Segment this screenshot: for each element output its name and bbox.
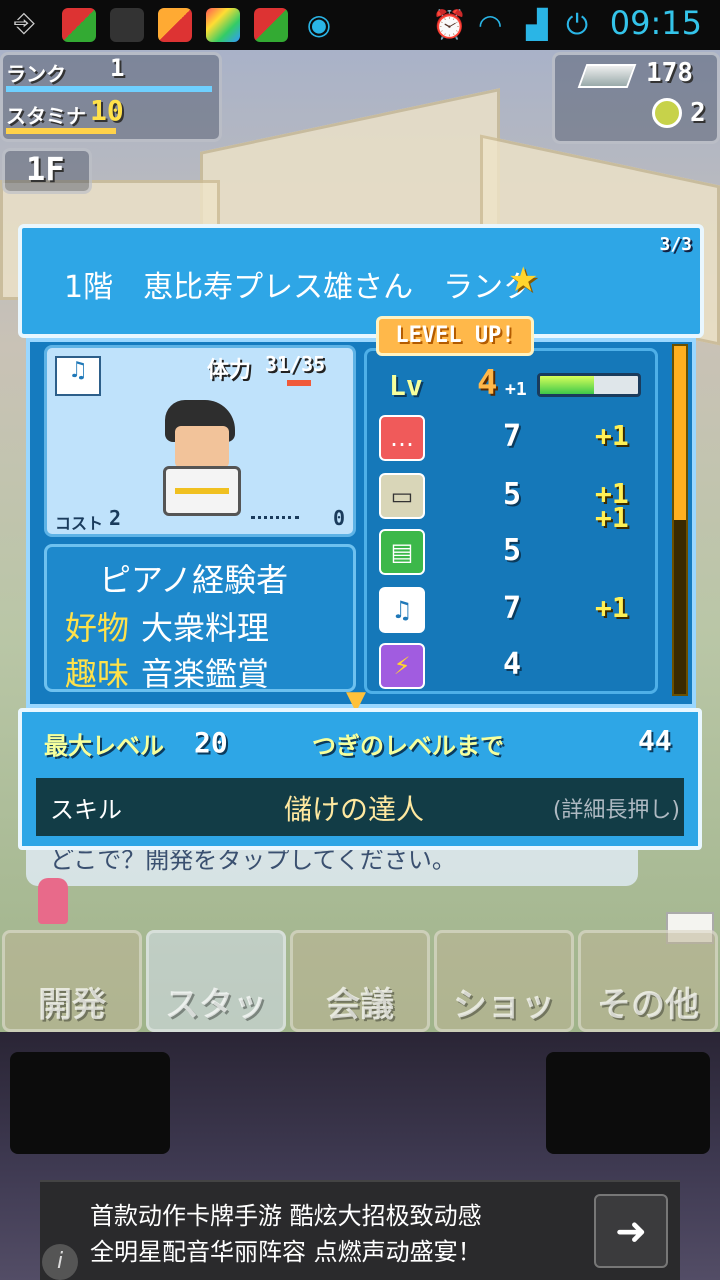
tab-staff[interactable]: スタッフ — [146, 930, 286, 1074]
hobby-value: 音楽鑑賞 — [141, 655, 270, 693]
keyboard-music-icon: ♫ — [379, 587, 425, 633]
level-progress — [537, 373, 641, 397]
next-level-label: つぎのレベルまで — [312, 732, 504, 760]
max-level-value: 20 — [194, 726, 228, 759]
stamina-label: 体力 — [207, 358, 252, 383]
ad-line-1: 首款动作卡牌手游 酷炫大招极致动感 — [90, 1202, 482, 1230]
like-value: 大衆料理 — [141, 609, 270, 647]
tab-meeting[interactable]: 会議 — [290, 930, 430, 1032]
job-title: ピアノ経験者 — [99, 561, 289, 599]
research-bar-icon — [577, 64, 637, 88]
staff-dialog-header: 1階 恵比寿プレス雄さん ランク ★ 3/3 — [18, 224, 704, 338]
ad-line-2: 全明星配音华丽阵容 点燃声动盛宴！ — [90, 1238, 482, 1266]
level-progress-fill — [540, 376, 594, 394]
usb-icon: ⎆ — [14, 8, 35, 38]
shield-icon — [62, 8, 96, 42]
rank-star-icon: ★ — [508, 260, 539, 300]
stamina-label: スタミナ — [6, 104, 86, 128]
tab-other[interactable]: その他 — [578, 930, 718, 1032]
scroll-icon: ▤ — [379, 529, 425, 575]
character-face — [175, 426, 229, 468]
page-indicator: 3/3 — [659, 234, 692, 255]
level-plus: +1 — [505, 379, 527, 400]
hobby-row: 趣味 音楽鑑賞 — [65, 649, 269, 695]
cost-value: 2 — [109, 506, 122, 530]
ad-arrow-button[interactable]: ➜ — [594, 1194, 668, 1268]
right-slot — [546, 1052, 710, 1154]
next-level-value: 44 — [638, 724, 672, 757]
cost-label: コスト — [55, 514, 104, 533]
wifi-icon: ◠ — [478, 8, 503, 41]
gauge-dots — [251, 516, 299, 524]
scrollbar-thumb[interactable] — [674, 346, 686, 520]
stat-value: 4 — [503, 647, 522, 682]
arrow-right-icon: ➜ — [615, 1209, 647, 1253]
stamina-gauge — [6, 128, 116, 134]
battery-icon: ⏻ — [566, 8, 589, 41]
alarm-icon: ⏰ — [432, 8, 467, 41]
floor-label: 1F — [26, 150, 65, 188]
status-bar: ⎆ ◉ ⏰ ◠ ▟ ⏻ 09:15 — [0, 0, 720, 50]
skill-row[interactable]: スキル 儲けの達人 (詳細長押し) — [36, 778, 684, 836]
stat-value: 5 — [503, 533, 522, 568]
stat-row: ▤ 5 +1 — [367, 501, 657, 579]
clock: 09:15 — [609, 4, 702, 42]
keyboard-music-icon: ♫ — [55, 356, 101, 396]
bars-count: 178 — [646, 58, 693, 88]
stat-value: 5 — [503, 477, 522, 512]
signal-icon: ▟ — [526, 8, 548, 41]
skill-hint: (詳細長押し) — [552, 798, 680, 823]
gauge-value: 0 — [333, 506, 346, 530]
stat-row: ♫ 7 +1 — [367, 585, 657, 637]
skill-label: スキル — [50, 796, 122, 824]
rank-value: 1 — [110, 54, 125, 82]
coin-icon — [652, 98, 682, 128]
main-tabs: 開発 スタッフ 会議 ショップ その他 — [0, 930, 720, 1074]
app-icon — [110, 8, 144, 42]
coin-count: 2 — [690, 98, 706, 128]
level-label: Lv — [389, 369, 423, 402]
stat-plus: +1 — [595, 501, 629, 534]
like-row: 好物 大衆料理 — [65, 603, 269, 649]
stat-plus: +1 — [595, 591, 629, 624]
max-level-label: 最大レベル — [44, 732, 164, 760]
scrollbar[interactable] — [672, 344, 688, 696]
level-up-badge: LEVEL UP! — [376, 316, 534, 356]
stat-row: ⚡ 4 — [367, 641, 657, 693]
qq-icon: ◉ — [306, 8, 332, 41]
ad-banner[interactable]: 首款动作卡牌手游 酷炫大招极致动感 全明星配音华丽阵容 点燃声动盛宴！ ➜ — [40, 1180, 680, 1280]
info-icon[interactable]: i — [42, 1244, 78, 1280]
tab-develop[interactable]: 開発 — [2, 930, 142, 1032]
hobby-label: 趣味 — [65, 655, 130, 693]
rank-label: ランク — [6, 62, 66, 86]
like-label: 好物 — [65, 609, 130, 647]
market-icon — [206, 8, 240, 42]
tab-shop[interactable]: ショップ — [434, 930, 574, 1074]
rank-gauge — [6, 86, 212, 92]
stat-row: … 7 +1 — [367, 413, 657, 465]
stamina-gauge — [287, 380, 311, 386]
stat-plus: +1 — [595, 419, 629, 452]
shield-icon — [158, 8, 192, 42]
level-value: 4 — [477, 363, 498, 403]
skill-name: 儲けの達人 — [284, 793, 425, 826]
dialog-title: 1階 恵比寿プレス雄さん ランク — [64, 270, 534, 305]
character-card: ♫ 体力 31/35 コスト 2 0 — [44, 345, 356, 537]
download-icon — [254, 8, 288, 42]
assistant-avatar — [38, 878, 68, 924]
profile-card: ピアノ経験者 好物 大衆料理 趣味 音楽鑑賞 — [44, 544, 356, 695]
stat-panel: Lv 4 +1 … 7 +1 ▭ 5 +1 ▤ 5 +1 ♫ 7 +1 ⚡ 4 — [364, 348, 658, 694]
lightning-icon: ⚡ — [379, 643, 425, 689]
character-belt — [175, 488, 229, 494]
stat-value: 7 — [503, 419, 522, 454]
stamina-value: 10 — [90, 94, 124, 127]
speech-icon: … — [379, 415, 425, 461]
stamina-value: 31/35 — [265, 352, 326, 376]
computer-icon: ▭ — [379, 473, 425, 519]
stat-value: 7 — [503, 591, 522, 626]
left-slot — [10, 1052, 170, 1154]
